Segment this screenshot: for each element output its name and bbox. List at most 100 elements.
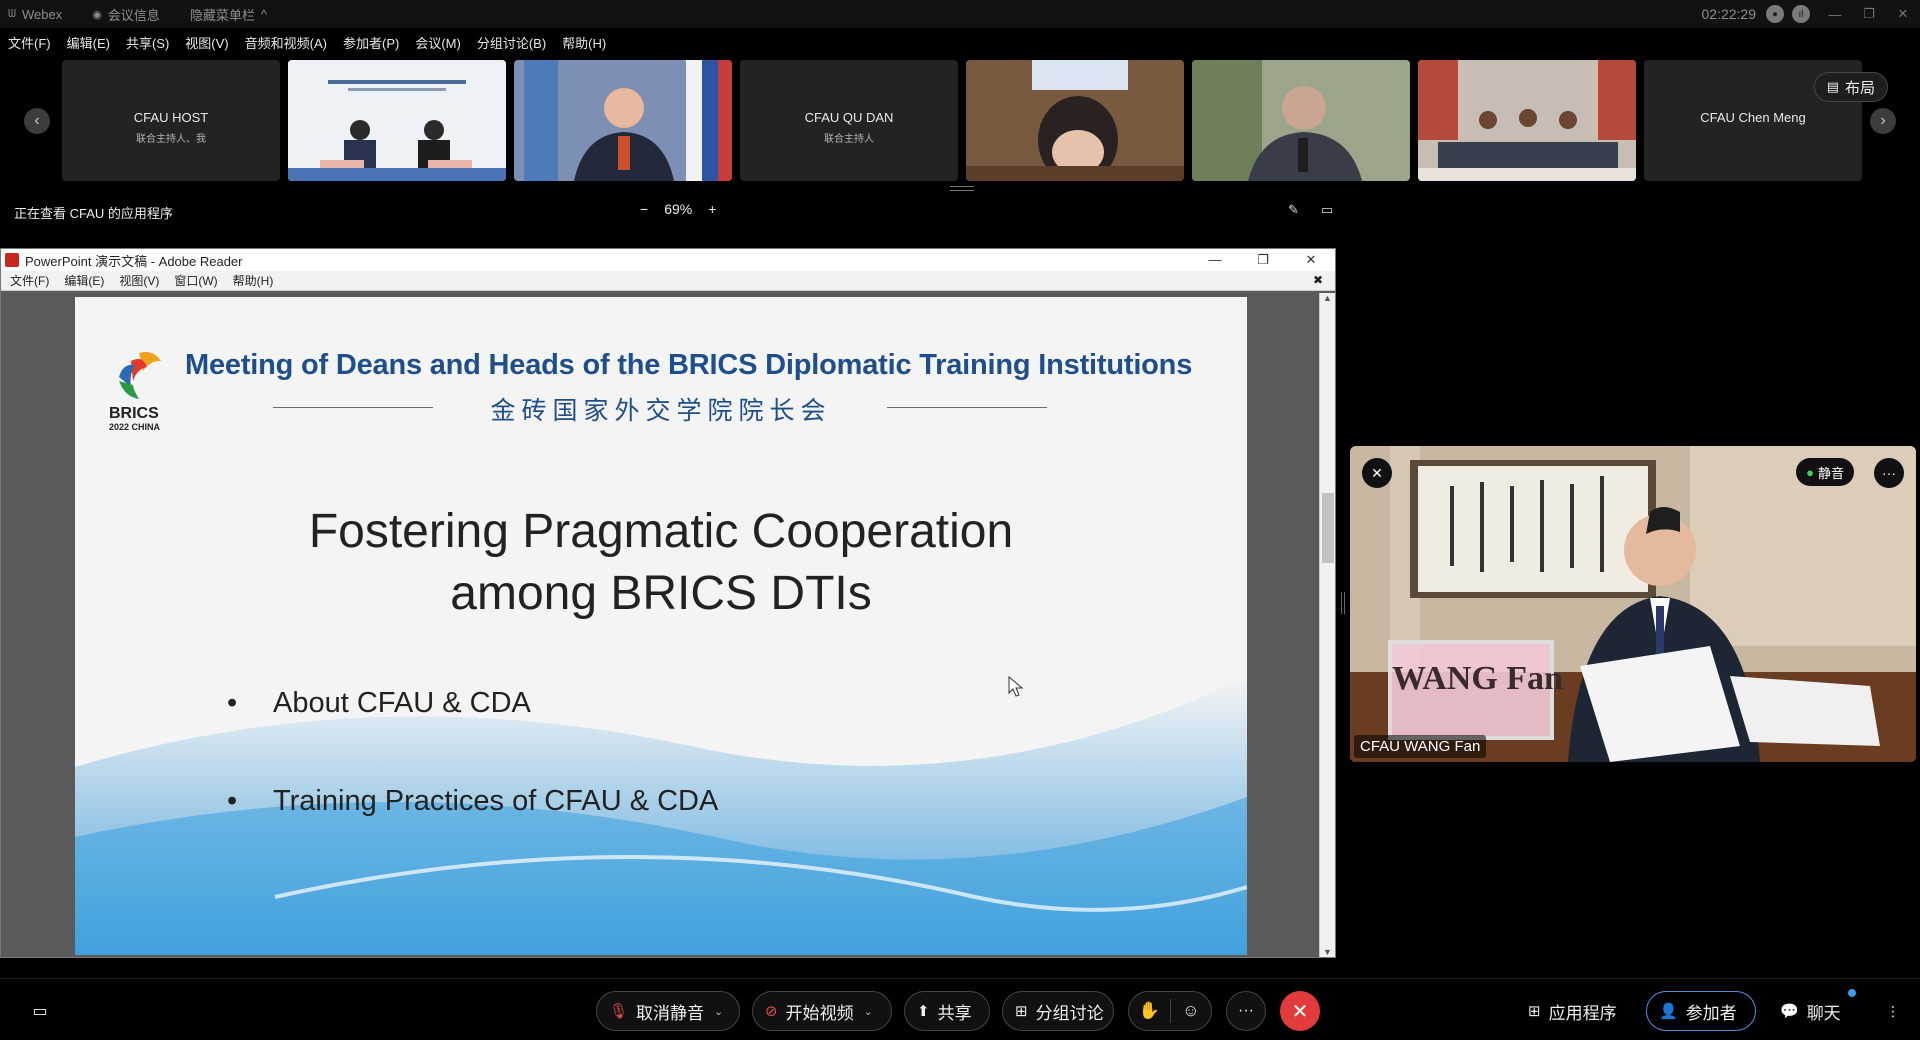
participant-tile-host[interactable]: CFAU HOST 联合主持人、我 — [62, 60, 280, 181]
slide-header-subtitle: 金砖国家外交学院院长会 — [490, 397, 832, 425]
unpin-icon[interactable]: ✕ — [1362, 458, 1392, 488]
participant-tile-video[interactable] — [1418, 60, 1636, 181]
tile-role: 联合主持人、我 — [136, 134, 206, 145]
start-video-button[interactable]: ⊘ 开始视频 ⌄ — [752, 991, 892, 1031]
hide-menu-label: 隐藏菜单栏 — [189, 7, 255, 23]
webex-logo-icon: ᗯ — [8, 7, 16, 20]
chevron-up-icon: ^ — [260, 6, 267, 22]
participant-tile-video[interactable] — [514, 60, 732, 181]
zoom-control: − 69% + — [632, 201, 724, 217]
app-restore-button[interactable]: ❐ — [1239, 249, 1287, 271]
participant-tile-video[interactable] — [288, 60, 506, 181]
participants-button[interactable]: 👤 参加者 — [1646, 991, 1756, 1031]
unmute-label: 取消静音 — [636, 1003, 705, 1023]
menu-audio-video[interactable]: 音频和视频(A) — [245, 33, 327, 52]
raise-hand-icon[interactable]: ✋ — [1129, 1001, 1170, 1021]
breakout-button[interactable]: ⊞ 分组讨论 — [1002, 991, 1114, 1031]
video-more-button[interactable]: ··· — [1874, 458, 1904, 488]
scroll-up-icon[interactable]: ▲ — [1320, 293, 1335, 303]
app-menu-edit[interactable]: 编辑(E) — [64, 272, 104, 289]
signal-icon[interactable]: ıl — [1792, 5, 1810, 23]
tile-name: CFAU Chen Meng — [1700, 110, 1806, 125]
participant-video-image — [514, 60, 732, 181]
breakout-label: 分组讨论 — [1035, 1003, 1104, 1023]
tile-role: 联合主持人 — [824, 134, 874, 145]
participant-tile-video[interactable] — [966, 60, 1184, 181]
menu-help[interactable]: 帮助(H) — [562, 33, 606, 52]
leave-meeting-button[interactable]: ✕ — [1280, 991, 1320, 1031]
menu-view[interactable]: 视图(V) — [185, 33, 228, 52]
app-menu-window[interactable]: 窗口(W) — [174, 272, 217, 289]
chevron-down-icon[interactable]: ⌄ — [864, 1005, 873, 1018]
meeting-controls-bar: ▭ 🎙 取消静音 ⌄ ⊘ 开始视频 ⌄ ⬆ 共享 ⊞ 分组讨论 ✋ ☺ ··· … — [0, 978, 1920, 1040]
chat-button[interactable]: 💬 聊天 — [1768, 991, 1853, 1031]
menu-participants[interactable]: 参加者(P) — [343, 33, 399, 52]
share-button[interactable]: ⬆ 共享 — [904, 991, 990, 1031]
participant-tile-qu-dan[interactable]: CFAU QU DAN 联合主持人 — [740, 60, 958, 181]
slide-bullet: • Training Practices of CFAU & CDA — [227, 785, 718, 818]
layout-icon: ▤ — [1826, 79, 1839, 94]
apps-button[interactable]: ⊞ 应用程序 — [1516, 991, 1629, 1031]
app-menu-view[interactable]: 视图(V) — [119, 272, 159, 289]
close-button[interactable]: ✕ — [1886, 6, 1920, 22]
apps-icon: ⊞ — [1528, 1003, 1541, 1020]
zoom-out-button[interactable]: − — [640, 201, 648, 217]
layout-button[interactable]: ▤ 布局 — [1813, 72, 1888, 102]
menu-edit[interactable]: 编辑(E) — [67, 33, 110, 52]
filmstrip-resize-handle[interactable] — [950, 186, 974, 191]
meeting-info-button[interactable]: ◉ 会议信息 — [92, 5, 160, 24]
menu-breakout[interactable]: 分组讨论(B) — [477, 33, 546, 52]
viewing-label: 正在查看 CFAU 的应用程序 — [14, 206, 173, 221]
record-icon[interactable]: ● — [1766, 5, 1784, 23]
title-bar: ᗯ Webex ◉ 会议信息 隐藏菜单栏 ^ 02:22:29 ● ıl — ❐… — [0, 0, 1920, 28]
minimize-button[interactable]: — — [1818, 7, 1852, 22]
chat-icon: 💬 — [1780, 1003, 1799, 1020]
speaker-name-label: CFAU WANG Fan — [1354, 735, 1487, 758]
app-vertical-scrollbar[interactable]: ▲ ▼ — [1319, 293, 1335, 957]
hide-menu-button[interactable]: 隐藏菜单栏 ^ — [190, 5, 267, 24]
slide-title-line-2: among BRICS DTIs — [450, 567, 872, 620]
presentation-slide: BRICS 2022 CHINA Meeting of Deans and He… — [75, 297, 1247, 955]
slide-title-line-1: Fostering Pragmatic Cooperation — [308, 505, 1014, 558]
filmstrip-prev-button[interactable]: ‹ — [24, 108, 50, 134]
meeting-clock: 02:22:29 — [1701, 6, 1757, 22]
reaction-icon[interactable]: ☺ — [1170, 1001, 1211, 1021]
breakout-icon: ⊞ — [1015, 1003, 1028, 1020]
app-menu-file[interactable]: 文件(F) — [10, 272, 49, 289]
zoom-level: 69% — [664, 201, 693, 217]
scroll-down-icon[interactable]: ▼ — [1320, 947, 1335, 957]
filmstrip-next-button[interactable]: › — [1870, 108, 1896, 134]
captions-icon[interactable]: ▭ — [20, 991, 60, 1031]
participant-tile-video[interactable] — [1192, 60, 1410, 181]
toolbar-overflow-button[interactable]: ⋮ — [1874, 991, 1912, 1031]
active-speaker-video[interactable]: WANG Fan ✕ ● 静音 ··· CFAU WANG Fan — [1350, 446, 1916, 762]
remote-control-icon[interactable]: ▭ — [1321, 202, 1333, 218]
app-menu-help[interactable]: 帮助(H) — [233, 272, 274, 289]
annotate-icon[interactable]: ✎ — [1288, 202, 1299, 218]
panel-splitter-handle[interactable] — [1341, 592, 1345, 614]
app-window-titlebar: PowerPoint 演示文稿 - Adobe Reader — ❐ ✕ — [1, 249, 1335, 271]
restore-button[interactable]: ❐ — [1852, 6, 1886, 22]
more-options-button[interactable]: ··· — [1226, 991, 1266, 1031]
menu-meeting[interactable]: 会议(M) — [415, 33, 461, 52]
apps-label: 应用程序 — [1548, 1003, 1617, 1023]
zoom-in-button[interactable]: + — [708, 201, 716, 217]
app-close-button[interactable]: ✕ — [1287, 249, 1335, 271]
reactions-group: ✋ ☺ — [1128, 991, 1212, 1031]
app-window-title: PowerPoint 演示文稿 - Adobe Reader — [25, 253, 243, 269]
menu-share[interactable]: 共享(S) — [126, 33, 169, 52]
menu-bar: 文件(F) 编辑(E) 共享(S) 视图(V) 音频和视频(A) 参加者(P) … — [0, 30, 614, 54]
scroll-thumb[interactable] — [1322, 493, 1334, 563]
doc-close-icon[interactable]: ✖ — [1313, 273, 1323, 287]
chat-notification-dot — [1848, 989, 1856, 997]
participants-icon: 👤 — [1659, 1003, 1678, 1020]
participants-label: 参加者 — [1685, 1003, 1737, 1023]
bullet-text: Training Practices of CFAU & CDA — [273, 785, 719, 817]
chevron-down-icon[interactable]: ⌄ — [714, 1005, 723, 1018]
app-name: Webex — [21, 6, 63, 22]
participant-video-image — [288, 60, 506, 181]
menu-file[interactable]: 文件(F) — [8, 33, 51, 52]
unmute-button[interactable]: 🎙 取消静音 ⌄ — [596, 991, 740, 1031]
app-minimize-button[interactable]: — — [1191, 249, 1239, 271]
mute-speaker-button[interactable]: ● 静音 — [1796, 458, 1854, 486]
